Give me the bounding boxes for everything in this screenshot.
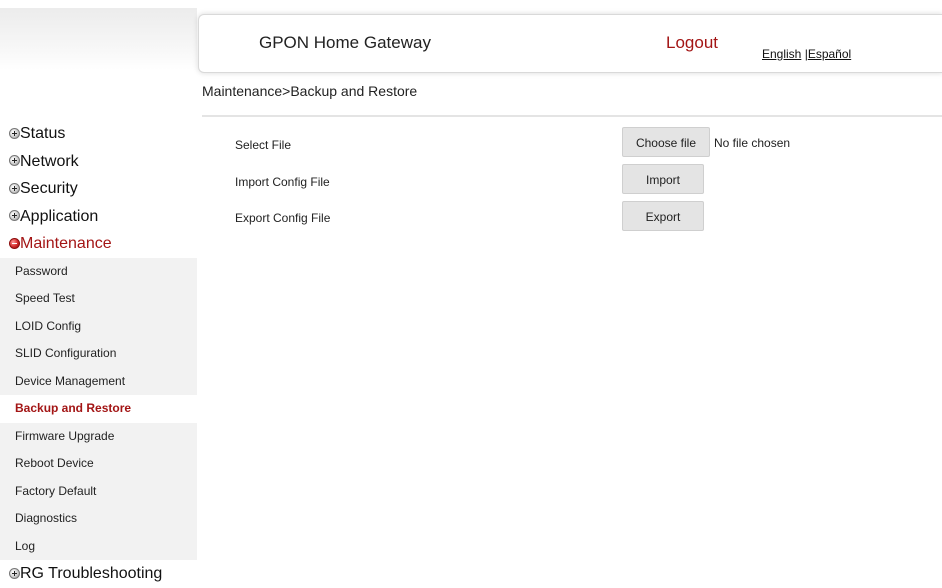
plus-icon [9, 155, 20, 167]
sidebar-item-security[interactable]: Security [0, 175, 197, 203]
language-switcher: English |Español [762, 47, 851, 61]
sidebar-item-status[interactable]: Status [0, 120, 197, 148]
sidebar-header-bar [0, 8, 197, 70]
submenu-item-device-management[interactable]: Device Management [0, 367, 197, 395]
submenu-item-slid-configuration[interactable]: SLID Configuration [0, 340, 197, 368]
top-header: GPON Home Gateway Logout English |Españo… [198, 14, 942, 73]
select-file-label: Select File [235, 138, 292, 152]
import-config-label: Import Config File [235, 175, 330, 189]
logout-link[interactable]: Logout [666, 33, 718, 53]
sidebar-menu: Status Network Security Application Main… [0, 120, 197, 588]
sidebar-item-label: Network [20, 152, 79, 170]
submenu-item-factory-default[interactable]: Factory Default [0, 477, 197, 505]
sidebar-item-label: Maintenance [20, 235, 112, 252]
language-english-link[interactable]: English [762, 47, 801, 61]
submenu-item-firmware-upgrade[interactable]: Firmware Upgrade [0, 422, 197, 450]
plus-icon [9, 182, 20, 194]
choose-file-button[interactable]: Choose file [622, 127, 710, 157]
plus-icon [9, 127, 20, 139]
submenu-item-log[interactable]: Log [0, 532, 197, 560]
sidebar-item-label: RG Troubleshooting [20, 565, 163, 582]
sidebar-item-label: Status [20, 125, 66, 142]
breadcrumb: Maintenance>Backup and Restore [202, 83, 418, 99]
submenu-item-reboot-device[interactable]: Reboot Device [0, 450, 197, 478]
sidebar-item-label: Application [20, 207, 99, 225]
submenu-item-password[interactable]: Password [0, 257, 197, 285]
plus-icon [9, 567, 20, 579]
submenu-item-diagnostics[interactable]: Diagnostics [0, 505, 197, 533]
sidebar-item-network[interactable]: Network [0, 148, 197, 176]
breadcrumb-divider [202, 115, 942, 117]
plus-icon [9, 210, 20, 222]
sidebar-item-label: Security [20, 180, 78, 197]
no-file-chosen-text: No file chosen [714, 136, 791, 150]
export-config-label: Export Config File [235, 211, 331, 225]
sidebar-item-rg-troubleshooting[interactable]: RG Troubleshooting [0, 560, 197, 588]
language-spanish-link[interactable]: Español [808, 47, 851, 61]
submenu-item-loid-config[interactable]: LOID Config [0, 312, 197, 340]
submenu-item-speed-test[interactable]: Speed Test [0, 285, 197, 313]
export-button[interactable]: Export [622, 201, 704, 231]
sidebar-item-maintenance[interactable]: Maintenance [0, 230, 197, 258]
app-title: GPON Home Gateway [259, 33, 431, 52]
submenu-item-backup-and-restore[interactable]: Backup and Restore [0, 395, 197, 423]
sidebar-item-application[interactable]: Application [0, 203, 197, 231]
minus-icon [9, 237, 20, 249]
import-button[interactable]: Import [622, 164, 704, 194]
